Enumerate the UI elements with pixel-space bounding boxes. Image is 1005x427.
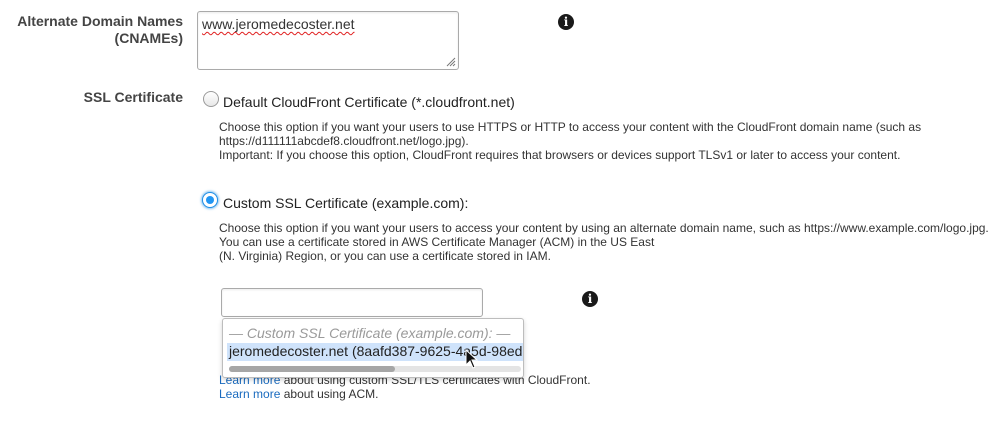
dropdown-group-label: — Custom SSL Certificate (example.com): …	[229, 325, 511, 341]
custom-cert-radio[interactable]	[202, 192, 218, 208]
learn-more-acm-line: Learn more about using ACM.	[219, 387, 378, 401]
certificate-dropdown[interactable]: — Custom SSL Certificate (example.com): …	[222, 318, 524, 378]
cnames-info-icon[interactable]: i	[558, 14, 574, 30]
custom-cert-desc-line1: Choose this option if you want your user…	[219, 221, 989, 235]
resize-grip-icon[interactable]	[446, 57, 456, 67]
certificate-input[interactable]	[221, 288, 483, 317]
custom-cert-title: Custom SSL Certificate (example.com):	[223, 195, 469, 211]
cnames-textarea[interactable]: www.jeromedecoster.net	[197, 11, 459, 70]
learn-more-acm-link[interactable]: Learn more	[219, 387, 280, 401]
learn-more-acm-text: about using ACM.	[283, 387, 379, 401]
default-cert-title: Default CloudFront Certificate (*.cloudf…	[223, 94, 515, 110]
default-cert-desc-line3: Important: If you choose this option, Cl…	[219, 148, 901, 162]
default-cert-description: Choose this option if you want your user…	[219, 120, 999, 162]
custom-cert-desc-line3: (N. Virginia) Region, or you can use a c…	[219, 249, 551, 263]
cnames-label-line1: Alternate Domain Names	[17, 13, 183, 29]
ssl-label: SSL Certificate	[83, 89, 183, 105]
cnames-label: Alternate Domain Names (CNAMEs)	[0, 13, 183, 47]
default-cert-desc-line2: https://d111111abcdef8.cloudfront.net/lo…	[219, 134, 469, 148]
default-cert-radio[interactable]	[203, 91, 219, 107]
default-cert-desc-line1: Choose this option if you want your user…	[219, 120, 922, 134]
cnames-label-line2: (CNAMEs)	[114, 30, 183, 46]
custom-cert-desc-line2: You can use a certificate stored in AWS …	[219, 235, 655, 249]
mouse-cursor-icon	[465, 349, 479, 369]
dropdown-scrollbar-thumb[interactable]	[229, 366, 395, 372]
custom-cert-description: Choose this option if you want your user…	[219, 221, 1004, 263]
cnames-value: www.jeromedecoster.net	[202, 16, 355, 32]
certificate-info-icon[interactable]: i	[582, 291, 598, 307]
